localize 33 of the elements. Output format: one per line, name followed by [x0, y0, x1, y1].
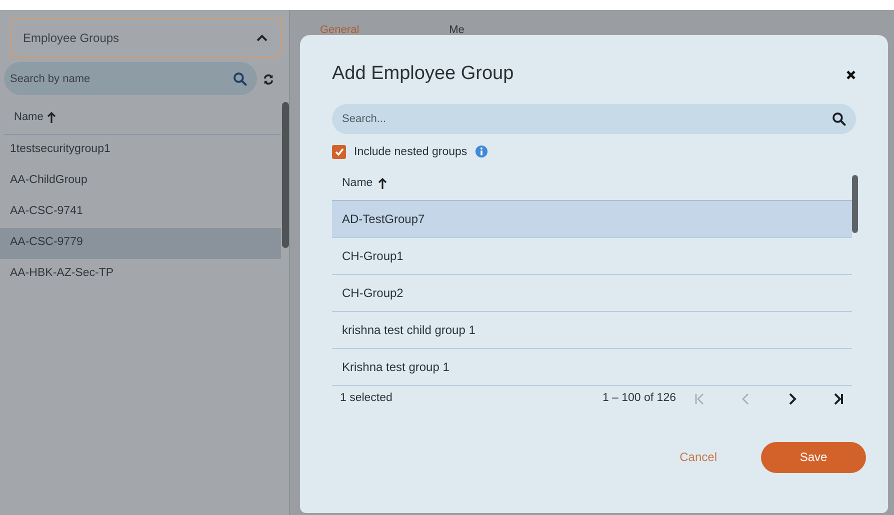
group-type-dropdown[interactable]: Employee Groups: [10, 18, 281, 57]
sort-arrow-icon[interactable]: [378, 178, 387, 189]
column-header[interactable]: Name: [14, 109, 44, 126]
search-field[interactable]: Search...: [332, 104, 856, 134]
refresh-icon[interactable]: [263, 74, 274, 85]
group-row[interactable]: AD-TestGroup7: [332, 201, 852, 238]
page-range: 1 – 100 of 126: [602, 391, 676, 406]
checkbox[interactable]: [332, 145, 346, 160]
save-button[interactable]: Save: [761, 442, 866, 473]
group-row[interactable]: CH-Group1: [332, 238, 852, 276]
group-row[interactable]: CH-Group2: [332, 275, 852, 312]
group-row[interactable]: AA-CSC-9741: [0, 196, 281, 228]
scrollbar-thumb[interactable]: [282, 102, 289, 248]
checkbox-label: Include nested groups: [354, 144, 468, 160]
scrollbar-thumb[interactable]: [852, 175, 858, 234]
info-icon[interactable]: [475, 145, 488, 158]
search-icon[interactable]: [832, 112, 846, 126]
group-row[interactable]: 1testsecuritygroup1: [0, 134, 281, 166]
group-row[interactable]: AA-HBK-AZ-Sec-TP: [0, 258, 281, 290]
selection-count: 1 selected: [340, 391, 392, 406]
column-header[interactable]: Name: [342, 175, 373, 192]
last-page-icon[interactable]: [832, 392, 844, 405]
group-row[interactable]: Krishna test group 1: [332, 349, 852, 386]
sort-arrow-icon[interactable]: [47, 112, 56, 123]
dialog-title: Add Employee Group: [332, 63, 514, 86]
cancel-button[interactable]: Cancel: [676, 442, 721, 472]
group-row[interactable]: AA-CSC-9779: [0, 228, 281, 258]
close-icon[interactable]: [846, 70, 856, 80]
group-row[interactable]: krishna test child group 1: [332, 312, 852, 350]
search-field[interactable]: Search by name: [4, 62, 257, 95]
group-row[interactable]: AA-ChildGroup: [0, 166, 281, 196]
tab[interactable]: Me: [449, 22, 464, 38]
caret-icon: [256, 34, 268, 42]
